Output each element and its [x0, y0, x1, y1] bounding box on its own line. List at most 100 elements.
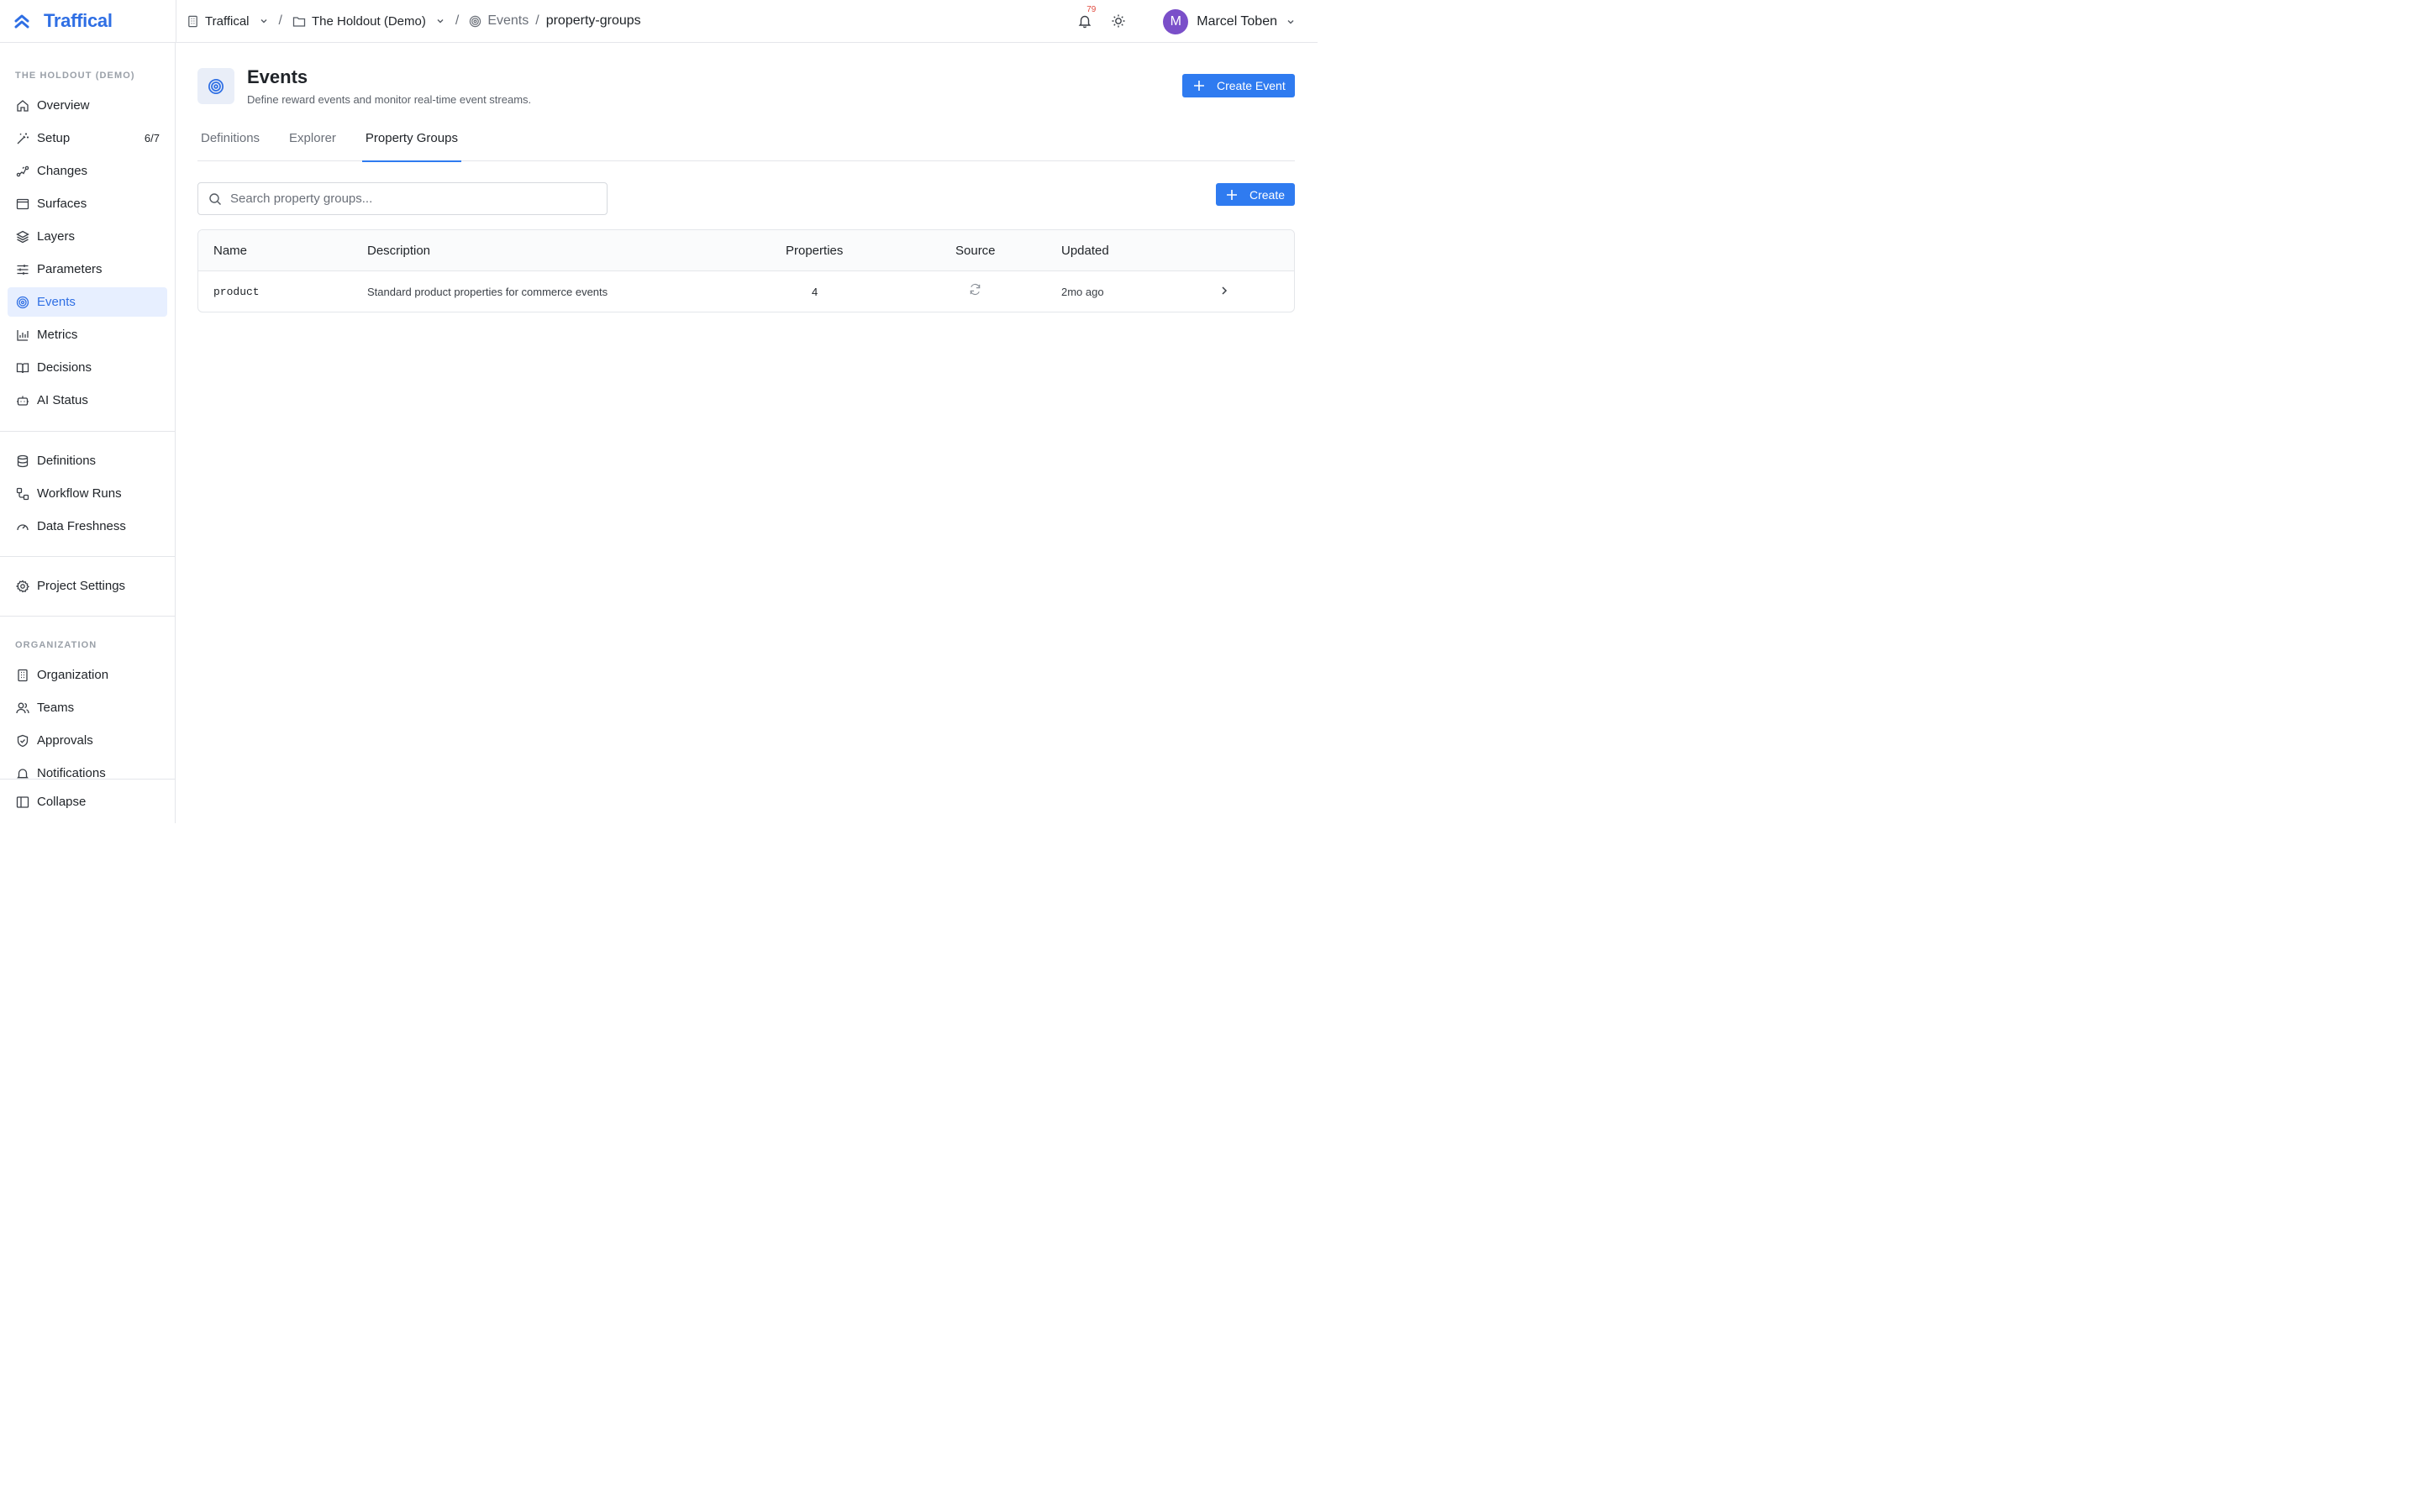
- setup-progress-badge: 6/7: [144, 132, 160, 144]
- home-icon: [15, 98, 29, 113]
- tab-definitions[interactable]: Definitions: [197, 124, 263, 161]
- sidebar-item-label: Teams: [37, 701, 75, 715]
- sidebar-panel-icon: [15, 795, 29, 809]
- collapse-sidebar-button[interactable]: Collapse: [8, 787, 167, 816]
- user-name: Marcel Toben: [1197, 13, 1277, 29]
- sidebar-item-parameters[interactable]: Parameters: [8, 255, 167, 284]
- brand[interactable]: Traffical: [0, 10, 176, 32]
- chevron-down-icon: [260, 19, 267, 24]
- sidebar-item-label: Organization: [37, 668, 109, 682]
- breadcrumb-section[interactable]: Events: [469, 13, 529, 29]
- sidebar-item-label: Changes: [37, 164, 88, 178]
- breadcrumb-separator: /: [278, 13, 282, 28]
- column-header-source: Source: [955, 244, 996, 258]
- sidebar-item-label: Decisions: [37, 360, 92, 375]
- column-header-properties: Properties: [786, 244, 844, 258]
- breadcrumb: Traffical / The Holdout (Demo) / Events …: [176, 0, 641, 43]
- wand-icon: [15, 131, 29, 145]
- sidebar-item-changes[interactable]: Changes: [8, 156, 167, 186]
- sidebar-item-label: AI Status: [37, 393, 88, 407]
- sidebar-item-label: Data Freshness: [37, 519, 126, 533]
- sidebar-item-label: Events: [37, 295, 76, 309]
- sidebar-item-surfaces[interactable]: Surfaces: [8, 189, 167, 218]
- search-input[interactable]: [230, 192, 583, 206]
- theme-toggle-button[interactable]: [1111, 13, 1128, 30]
- breadcrumb-separator: /: [455, 13, 460, 28]
- notifications-count: 79: [1086, 4, 1097, 14]
- create-property-group-button[interactable]: Create: [1216, 183, 1295, 206]
- sidebar-item-ai-status[interactable]: AI Status: [8, 386, 167, 415]
- top-bar: Traffical Traffical / The Holdout (Demo)…: [0, 0, 1318, 43]
- tab-bar: Definitions Explorer Property Groups: [197, 124, 1295, 162]
- row-description: Standard product properties for commerce…: [367, 286, 608, 298]
- sync-icon: [970, 283, 981, 296]
- sidebar-divider: [0, 556, 175, 557]
- breadcrumb-org[interactable]: Traffical: [187, 14, 269, 29]
- search-icon: [209, 192, 221, 205]
- sidebar-item-project-settings[interactable]: Project Settings: [8, 571, 167, 601]
- sidebar-item-label: Project Settings: [37, 579, 126, 593]
- chevron-down-icon: [1287, 19, 1294, 24]
- sidebar-item-data-freshness[interactable]: Data Freshness: [8, 512, 167, 541]
- sidebar-item-approvals[interactable]: Approvals: [8, 726, 167, 755]
- changes-icon: [15, 164, 29, 178]
- target-icon: [208, 78, 224, 94]
- bar-chart-icon: [15, 328, 29, 342]
- sidebar-item-label: Workflow Runs: [37, 486, 122, 501]
- table-header: Name Description Properties Source Updat…: [198, 230, 1294, 271]
- sidebar-item-label: Approvals: [37, 733, 93, 748]
- sidebar-item-label: Surfaces: [37, 197, 87, 211]
- notifications-button[interactable]: 79: [1077, 5, 1096, 30]
- layers-icon: [15, 229, 29, 244]
- plus-icon: [1194, 81, 1204, 91]
- sidebar-item-setup[interactable]: Setup 6/7: [8, 123, 167, 153]
- sidebar-item-label: Metrics: [37, 328, 78, 342]
- breadcrumb-project[interactable]: The Holdout (Demo): [292, 14, 445, 29]
- row-name: product: [213, 286, 260, 298]
- column-header-description: Description: [367, 244, 431, 258]
- create-event-label: Create Event: [1217, 79, 1286, 92]
- sidebar-item-teams[interactable]: Teams: [8, 693, 167, 722]
- tab-explorer[interactable]: Explorer: [286, 124, 339, 161]
- row-properties-count: 4: [812, 286, 818, 298]
- sidebar-item-definitions[interactable]: Definitions: [8, 446, 167, 475]
- target-icon: [15, 295, 29, 309]
- sidebar-item-layers[interactable]: Layers: [8, 222, 167, 251]
- plus-icon: [1227, 189, 1237, 200]
- gear-icon: [15, 579, 29, 593]
- database-icon: [15, 454, 29, 468]
- sidebar-item-organization[interactable]: Organization: [8, 660, 167, 690]
- breadcrumb-project-label: The Holdout (Demo): [311, 13, 426, 29]
- sidebar-collapse-bar: Collapse: [0, 779, 175, 823]
- bell-icon: [1078, 15, 1092, 28]
- breadcrumb-separator: /: [535, 13, 539, 28]
- shield-check-icon: [15, 733, 29, 748]
- column-header-name: Name: [213, 244, 248, 258]
- search-field[interactable]: [197, 182, 608, 215]
- sidebar-item-events[interactable]: Events: [8, 287, 167, 317]
- bot-icon: [15, 393, 29, 407]
- sidebar-item-metrics[interactable]: Metrics: [8, 320, 167, 349]
- sidebar-divider: [0, 616, 175, 617]
- chevron-right-icon[interactable]: [1218, 285, 1230, 297]
- sidebar: THE HOLDOUT (DEMO) Overview Setup 6/7 Ch…: [0, 43, 176, 823]
- sidebar-item-decisions[interactable]: Decisions: [8, 353, 167, 382]
- avatar: M: [1163, 8, 1189, 34]
- tab-property-groups[interactable]: Property Groups: [361, 124, 462, 162]
- window-icon: [15, 197, 29, 211]
- sliders-icon: [15, 262, 29, 276]
- sidebar-item-workflow-runs[interactable]: Workflow Runs: [8, 479, 167, 508]
- property-groups-table: Name Description Properties Source Updat…: [197, 229, 1295, 312]
- app-root: Traffical Traffical / The Holdout (Demo)…: [0, 0, 1318, 823]
- breadcrumb-current: property-groups: [545, 13, 641, 28]
- sidebar-item-overview[interactable]: Overview: [8, 91, 167, 120]
- sidebar-item-label: Definitions: [37, 454, 97, 468]
- sidebar-org-label: ORGANIZATION: [15, 640, 97, 650]
- chevron-down-icon: [437, 19, 444, 24]
- create-event-button[interactable]: Create Event: [1182, 74, 1295, 97]
- user-menu[interactable]: M Marcel Toben: [1163, 8, 1296, 34]
- target-icon: [470, 15, 481, 27]
- page-subtitle: Define reward events and monitor real-ti…: [247, 93, 532, 106]
- table-row[interactable]: product Standard product properties for …: [198, 271, 1294, 312]
- sidebar-divider: [0, 431, 175, 432]
